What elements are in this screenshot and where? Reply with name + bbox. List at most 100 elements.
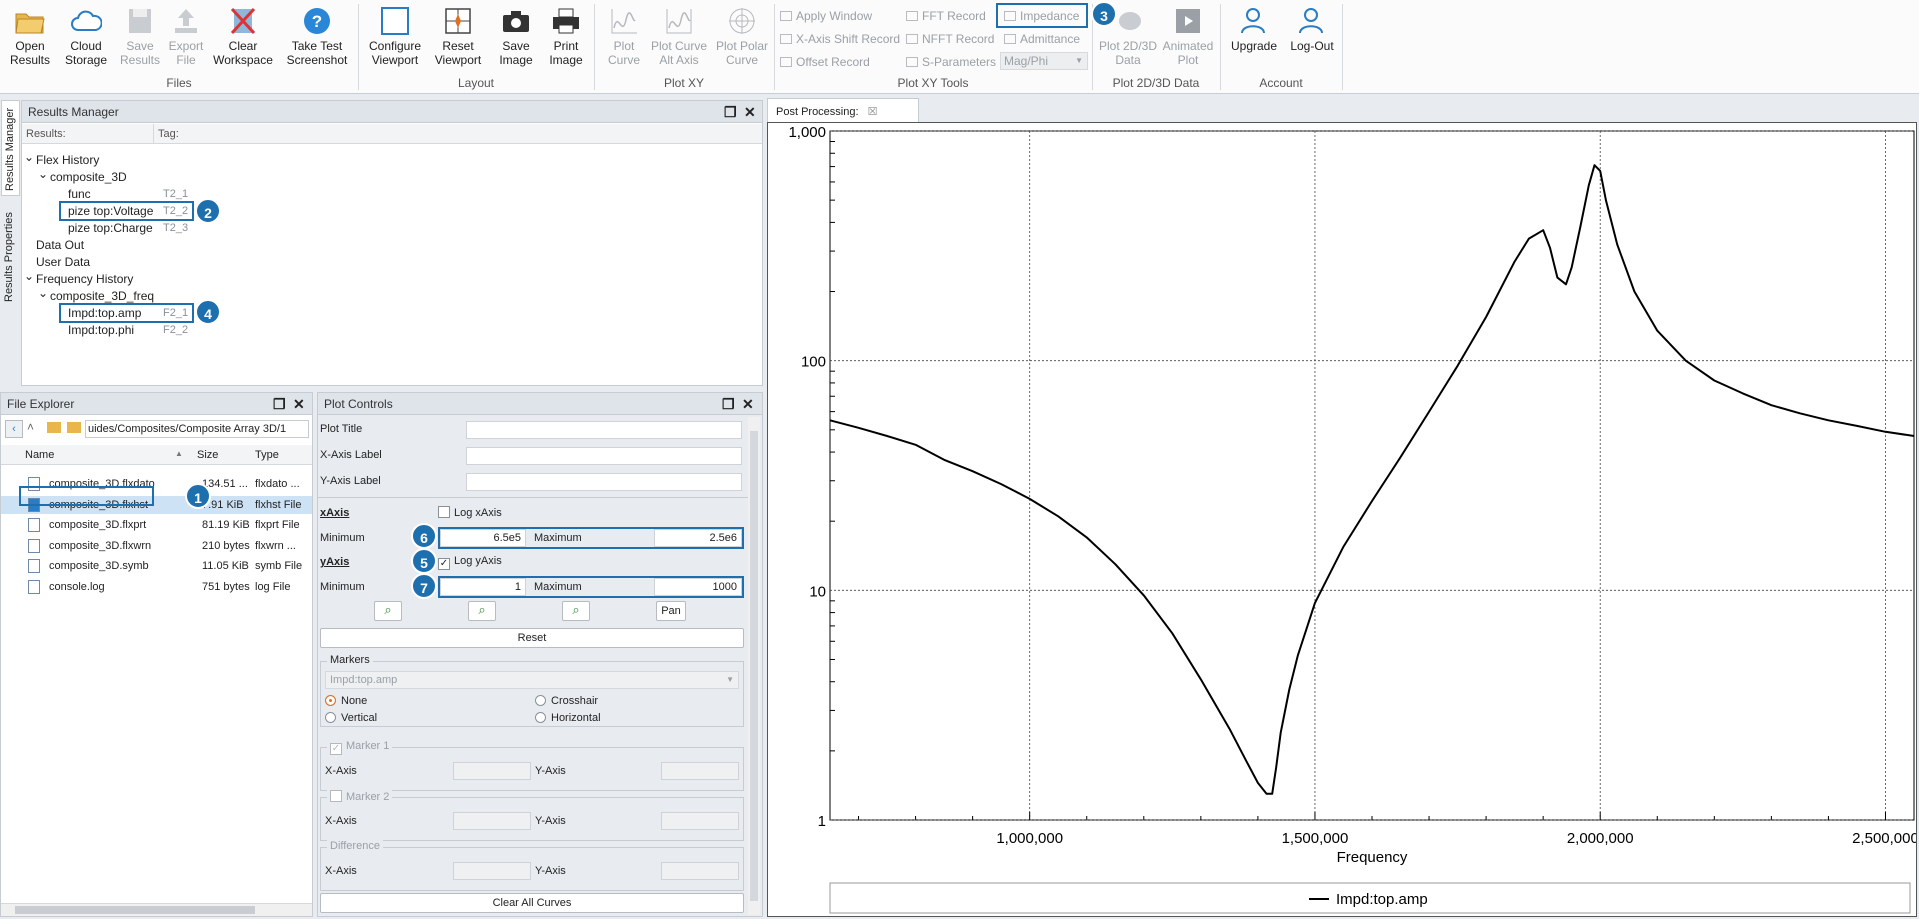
- marker2-y-input[interactable]: [661, 812, 739, 830]
- export-file-button[interactable]: Export File: [164, 2, 208, 67]
- marker-none-radio[interactable]: None: [325, 695, 367, 707]
- y-axis-label-input[interactable]: [466, 473, 742, 491]
- pan-button[interactable]: Pan: [656, 601, 686, 621]
- close-icon[interactable]: ✕: [744, 104, 756, 121]
- close-icon[interactable]: ☒: [868, 106, 878, 118]
- marker2-group: Marker 2 X-Axis Y-Axis: [320, 790, 744, 841]
- tag-column-header[interactable]: Tag:: [158, 128, 179, 140]
- clear-workspace-button[interactable]: Clear Workspace: [212, 2, 274, 67]
- cloud-storage-button[interactable]: Cloud Storage: [62, 2, 110, 67]
- mag-phi-select[interactable]: Mag/Phi ▼: [1000, 52, 1088, 70]
- tab-results-manager[interactable]: Results Manager: [1, 100, 20, 196]
- restore-icon[interactable]: ❐: [722, 396, 735, 413]
- plot-polar-curve-button[interactable]: Plot Polar Curve: [712, 2, 772, 67]
- cloud-icon: [71, 10, 102, 31]
- path-bar: ‹ ˄ uides/Composites/Composite Array 3D/…: [3, 419, 311, 439]
- scrollbar-thumb[interactable]: [750, 431, 758, 901]
- animated-plot-button[interactable]: Animated Plot: [1160, 2, 1216, 67]
- tree-item[interactable]: Data Out: [36, 238, 84, 252]
- save-results-label: Save Results: [119, 39, 160, 67]
- open-results-button[interactable]: Open Results: [6, 2, 54, 67]
- fft-record-button[interactable]: FFT Record: [906, 9, 986, 23]
- zoom-in-button[interactable]: ⌕: [374, 601, 402, 621]
- save-results-button[interactable]: Save Results: [116, 2, 164, 67]
- path-input[interactable]: uides/Composites/Composite Array 3D/1: [85, 420, 309, 438]
- size-column-header[interactable]: Size: [197, 449, 218, 461]
- apply-window-button[interactable]: Apply Window: [780, 9, 872, 23]
- configure-viewport-button[interactable]: Configure Viewport: [364, 2, 426, 67]
- plot-title-input[interactable]: [466, 421, 742, 439]
- plot-curve-alt-axis-button[interactable]: Plot Curve Alt Axis: [648, 2, 710, 67]
- back-icon[interactable]: ‹: [5, 420, 23, 438]
- new-folder-icon[interactable]: [47, 422, 61, 433]
- marker-vertical-radio[interactable]: Vertical: [325, 712, 377, 724]
- log-xaxis-checkbox[interactable]: Log xAxis: [438, 506, 502, 519]
- print-image-button[interactable]: Print Image: [542, 2, 590, 67]
- tree-item[interactable]: func: [68, 187, 91, 201]
- plot-curve-button[interactable]: Plot Curve: [600, 2, 648, 67]
- take-screenshot-button[interactable]: ? Take Test Screenshot: [282, 2, 352, 67]
- offset-record-button[interactable]: Offset Record: [780, 55, 870, 69]
- marker2-x-input[interactable]: [453, 812, 531, 830]
- reset-button[interactable]: Reset: [320, 628, 744, 648]
- log-yaxis-checkbox[interactable]: ✓ Log yAxis: [438, 555, 502, 570]
- restore-icon[interactable]: ❐: [273, 396, 286, 413]
- file-row[interactable]: composite_3D.flxprt 81.19 KiB flxprt File: [1, 516, 312, 534]
- name-column-header[interactable]: Name: [25, 449, 54, 461]
- marker1-y-input[interactable]: [661, 762, 739, 780]
- reset-viewport-button[interactable]: Reset Viewport: [430, 2, 486, 67]
- file-row[interactable]: composite_3D.symb 11.05 KiB symb File: [1, 557, 312, 575]
- file-row[interactable]: console.log 751 bytes log File: [1, 578, 312, 596]
- tree-item[interactable]: User Data: [36, 255, 90, 269]
- file-row[interactable]: composite_3D.flxwrn 210 bytes flxwrn ...: [1, 537, 312, 555]
- logout-button[interactable]: Log-Out: [1284, 2, 1340, 53]
- up-icon[interactable]: ˄: [27, 420, 34, 434]
- x-axis-label-input[interactable]: [466, 447, 742, 465]
- chevron-down-icon[interactable]: ⌄: [38, 167, 48, 181]
- scrollbar-thumb[interactable]: [15, 906, 255, 914]
- restore-icon[interactable]: ❐: [724, 104, 737, 121]
- folder-icon[interactable]: [67, 422, 81, 433]
- difference-x-input[interactable]: [453, 862, 531, 880]
- marker-crosshair-radio[interactable]: Crosshair: [535, 695, 598, 707]
- admittance-button[interactable]: Admittance: [1004, 32, 1080, 46]
- type-column-header[interactable]: Type: [255, 449, 279, 461]
- zoom-fit-button[interactable]: ⌕: [562, 601, 590, 621]
- plot-title-label: Plot Title: [320, 423, 363, 435]
- results-manager-panel: Results Manager ❐ ✕ Results: Tag: ⌄ Flex …: [21, 100, 763, 386]
- difference-y-input[interactable]: [661, 862, 739, 880]
- marker1-label: Marker 1: [346, 740, 390, 752]
- nfft-record-label: NFFT Record: [922, 32, 995, 46]
- close-icon[interactable]: ✕: [293, 396, 305, 413]
- tree-item[interactable]: ⌄ Frequency History: [24, 269, 133, 286]
- nfft-record-button[interactable]: NFFT Record: [906, 32, 994, 46]
- marker-curve-select[interactable]: Impd:top.amp ▼: [325, 671, 739, 689]
- plotxy-tools-group-label: Plot XY Tools: [897, 76, 969, 90]
- x-axis-shift-button[interactable]: X-Axis Shift Record: [780, 32, 900, 46]
- tab-results-properties[interactable]: Results Properties: [1, 210, 20, 306]
- s-parameters-button[interactable]: S-Parameters: [906, 55, 996, 69]
- marker1-x-input[interactable]: [453, 762, 531, 780]
- vertical-scrollbar[interactable]: [748, 417, 760, 915]
- results-column-header[interactable]: Results:: [26, 128, 66, 140]
- tree-item[interactable]: pize top:Charge: [68, 221, 153, 235]
- tree-item[interactable]: ⌄ composite_3D: [38, 167, 127, 184]
- close-icon[interactable]: ✕: [742, 396, 754, 413]
- tree-item[interactable]: ⌄ composite_3D_freq: [38, 286, 154, 303]
- chevron-down-icon[interactable]: ⌄: [24, 150, 34, 164]
- zoom-out-button[interactable]: ⌕: [468, 601, 496, 621]
- impedance-chart[interactable]: 1,000,000 1,500,000 2,000,000 2,500,000 1 10 1…: [768, 123, 1919, 916]
- marker1-legend[interactable]: ✓ Marker 1: [327, 740, 393, 755]
- marker2-legend[interactable]: Marker 2: [327, 790, 393, 803]
- tree-item[interactable]: ⌄ Flex History: [24, 150, 99, 167]
- horizontal-scrollbar[interactable]: [1, 903, 312, 916]
- clear-all-curves-button[interactable]: Clear All Curves: [320, 893, 744, 913]
- tab-post-processing[interactable]: Post Processing: ☒: [767, 98, 919, 122]
- tree-item[interactable]: Impd:top.phi: [68, 323, 134, 337]
- plotxy-group-label: Plot XY: [663, 76, 705, 90]
- chevron-down-icon[interactable]: ⌄: [38, 286, 48, 300]
- chevron-down-icon[interactable]: ⌄: [24, 269, 34, 283]
- upgrade-button[interactable]: Upgrade: [1226, 2, 1282, 53]
- save-image-button[interactable]: Save Image: [492, 2, 540, 67]
- marker-horizontal-radio[interactable]: Horizontal: [535, 712, 601, 724]
